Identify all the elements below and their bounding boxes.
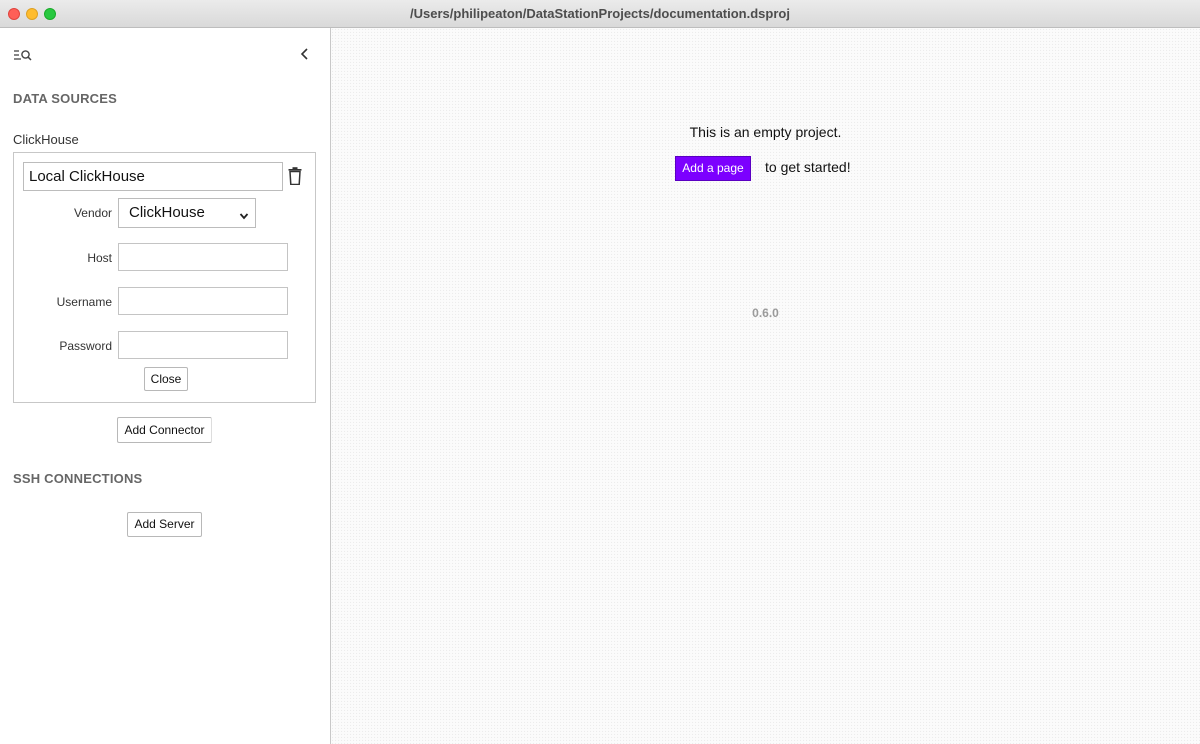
- get-started-text: to get started!: [765, 159, 851, 175]
- chevron-down-icon: [239, 208, 249, 220]
- source-type-label: ClickHouse: [13, 132, 79, 147]
- sidebar: DATA SOURCES ClickHouse Vendor ClickHous…: [0, 28, 331, 744]
- empty-project-message: This is an empty project.: [689, 124, 842, 140]
- add-connector-button[interactable]: Add Connector: [117, 417, 212, 443]
- host-label: Host: [87, 251, 112, 265]
- version-label: 0.6.0: [752, 306, 779, 320]
- window-title: /Users/philipeaton/DataStationProjects/d…: [410, 6, 790, 21]
- password-label: Password: [59, 339, 112, 353]
- add-server-button[interactable]: Add Server: [127, 512, 202, 537]
- ssh-connections-heading: SSH CONNECTIONS: [13, 471, 143, 486]
- host-input[interactable]: [118, 243, 288, 271]
- source-name-input[interactable]: [23, 162, 283, 191]
- trash-icon[interactable]: [288, 167, 302, 186]
- vendor-label: Vendor: [73, 206, 112, 220]
- password-input[interactable]: [118, 331, 288, 359]
- main-panel: This is an empty project. Add a page to …: [331, 28, 1200, 744]
- username-input[interactable]: [118, 287, 288, 315]
- vendor-select[interactable]: ClickHouse: [118, 198, 256, 228]
- vendor-value: ClickHouse: [129, 204, 205, 221]
- title-bar: /Users/philipeaton/DataStationProjects/d…: [0, 0, 1200, 28]
- chevron-left-icon[interactable]: [298, 46, 312, 62]
- add-page-button[interactable]: Add a page: [675, 156, 751, 181]
- data-sources-heading: DATA SOURCES: [13, 91, 117, 106]
- close-button[interactable]: Close: [144, 367, 188, 391]
- data-source-panel: Vendor ClickHouse Host Username Password…: [13, 152, 316, 403]
- search-icon[interactable]: [13, 47, 35, 63]
- username-label: Username: [56, 295, 112, 309]
